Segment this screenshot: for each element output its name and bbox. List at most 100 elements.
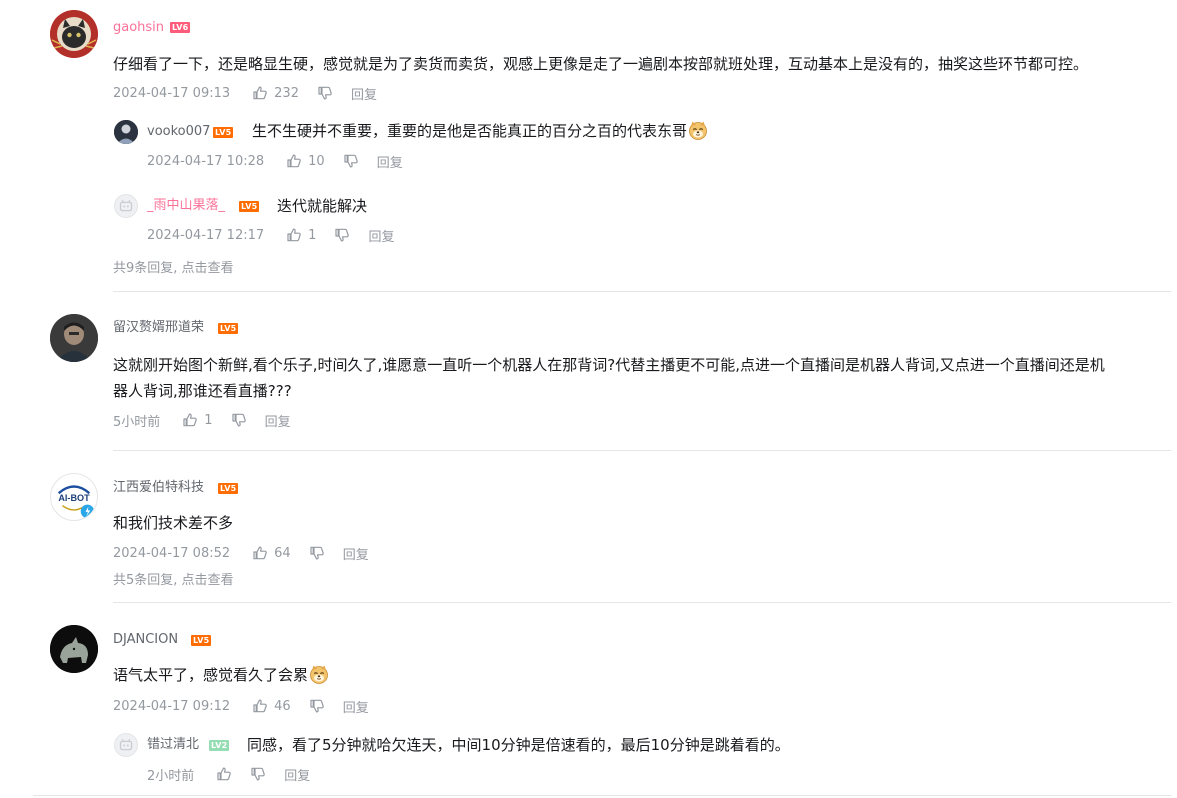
reply-button[interactable]: 回复 xyxy=(284,765,310,784)
thumbs-up-icon xyxy=(286,153,302,169)
dislike-button[interactable] xyxy=(343,153,359,169)
thumbs-down-icon xyxy=(343,153,359,169)
comment-meta: 2024-04-17 09:13 232 回复 xyxy=(113,84,377,103)
like-button[interactable]: 1 xyxy=(182,412,213,428)
thumbs-up-icon xyxy=(252,545,268,561)
like-count: 64 xyxy=(274,545,291,561)
dislike-button[interactable] xyxy=(317,85,333,101)
default-avatar-icon xyxy=(119,199,133,212)
like-button[interactable]: 1 xyxy=(286,227,316,243)
like-button[interactable]: 232 xyxy=(252,85,299,101)
dislike-button[interactable] xyxy=(250,766,266,782)
reply-button[interactable]: 回复 xyxy=(377,152,403,171)
comment-item: gaohsin LV6 仔细看了一下，还是略显生硬，感觉就是为了卖货而卖货，观感… xyxy=(0,0,1177,292)
username[interactable]: _雨中山果落_ xyxy=(147,197,225,215)
comment-text: 和我们技术差不多 xyxy=(113,514,234,532)
dislike-button[interactable] xyxy=(231,412,247,428)
comment-meta: 2024-04-17 09:12 46 回复 xyxy=(113,697,369,716)
reply-button[interactable]: 回复 xyxy=(343,544,369,563)
avatar[interactable] xyxy=(50,10,98,58)
like-count: 1 xyxy=(308,227,317,243)
thumbs-down-icon xyxy=(250,766,266,782)
comment-time: 2024-04-17 08:52 xyxy=(113,545,231,561)
comment-text-body: 语气太平了，感觉看久了会累 xyxy=(113,666,309,684)
level-badge: LV5 xyxy=(213,127,234,138)
comment-item: 留汉赘婿邢道荣 LV5 这就刚开始图个新鲜,看个乐子,时间久了,谁愿意一直听一个… xyxy=(0,292,1177,450)
reply-text: 同感，看了5分钟就哈欠连天，中间10分钟是倍速看的，最后10分钟是跳着看的。 xyxy=(247,736,790,754)
username[interactable]: 江西爱伯特科技 xyxy=(113,479,204,497)
view-more-link[interactable]: 点击查看 xyxy=(177,573,234,588)
like-button[interactable]: 64 xyxy=(252,545,291,561)
reply-time: 2024-04-17 12:17 xyxy=(147,227,265,243)
comment-text: 语气太平了，感觉看久了会累 xyxy=(113,662,329,688)
like-button[interactable]: 10 xyxy=(286,153,325,169)
username[interactable]: vooko007 xyxy=(147,123,210,141)
comment-meta: 2024-04-17 08:52 64 回复 xyxy=(113,544,369,563)
thumbs-up-icon xyxy=(216,766,232,782)
level-badge: LV6 xyxy=(170,22,191,33)
reply-text-body: 生不生硬并不重要，重要的是他是否能真正的百分之百的代表东哥 xyxy=(252,122,688,140)
avatar[interactable]: AI-BOT xyxy=(50,473,98,521)
thumbs-down-icon xyxy=(309,698,325,714)
username[interactable]: gaohsin xyxy=(113,19,164,37)
comment-text: 仔细看了一下，还是略显生硬，感觉就是为了卖货而卖货，观感上更像是走了一遍剧本按部… xyxy=(113,55,1089,73)
reply-time: 2024-04-17 10:28 xyxy=(147,153,265,169)
comment-meta: 5小时前 1 回复 xyxy=(113,411,291,430)
reply-meta: 2024-04-17 12:17 1 回复 xyxy=(147,226,394,245)
comment-text: 这就刚开始图个新鲜,看个乐子,时间久了,谁愿意一直听一个机器人在那背词?代替主播… xyxy=(113,352,1105,404)
thumbs-up-icon xyxy=(182,412,198,428)
comment-item: DJANCION LV5 语气太平了，感觉看久了会累 2024-04-17 09… xyxy=(0,603,1177,793)
username[interactable]: 错过清北 xyxy=(147,736,199,754)
avatar[interactable] xyxy=(50,314,98,362)
comment-time: 2024-04-17 09:13 xyxy=(113,85,231,101)
comment-time: 2024-04-17 09:12 xyxy=(113,698,231,714)
comment-time: 5小时前 xyxy=(113,414,161,430)
like-button[interactable]: 46 xyxy=(252,698,291,714)
doge-emoji-icon xyxy=(688,120,708,140)
dislike-button[interactable] xyxy=(334,227,350,243)
username[interactable]: DJANCION xyxy=(113,631,178,649)
thumbs-down-icon xyxy=(231,412,247,428)
ai-bot-logo-text: AI-BOT xyxy=(58,493,90,503)
reply-button[interactable]: 回复 xyxy=(343,697,369,716)
reply-button[interactable]: 回复 xyxy=(351,84,377,103)
divider xyxy=(33,795,1171,796)
view-more-link[interactable]: 点击查看 xyxy=(177,261,234,276)
default-avatar-icon xyxy=(119,738,133,751)
reply-text: 生不生硬并不重要，重要的是他是否能真正的百分之百的代表东哥 xyxy=(252,120,708,142)
rhino-avatar-icon xyxy=(50,625,98,673)
dislike-button[interactable] xyxy=(309,545,325,561)
person-avatar-icon xyxy=(114,120,138,144)
cat-avatar-icon xyxy=(50,10,98,58)
like-count: 46 xyxy=(274,698,291,714)
view-more-replies[interactable]: 共5条回复, 点击查看 xyxy=(113,569,234,588)
person-avatar-icon xyxy=(50,314,98,362)
level-badge: LV5 xyxy=(218,323,239,334)
dislike-button[interactable] xyxy=(309,698,325,714)
comment-text-line: 器人背词,那谁还看直播??? xyxy=(113,382,292,400)
like-count: 1 xyxy=(204,412,213,428)
doge-emoji-icon xyxy=(309,664,329,684)
avatar[interactable] xyxy=(114,120,138,144)
avatar[interactable] xyxy=(114,194,138,218)
reply-time: 2小时前 xyxy=(147,768,195,784)
comment-text-line: 这就刚开始图个新鲜,看个乐子,时间久了,谁愿意一直听一个机器人在那背词?代替主播… xyxy=(113,356,1105,374)
thumbs-down-icon xyxy=(334,227,350,243)
reply-button[interactable]: 回复 xyxy=(368,226,394,245)
thumbs-up-icon xyxy=(252,698,268,714)
reply-meta: 2小时前 回复 xyxy=(147,765,310,784)
like-button[interactable] xyxy=(216,766,232,782)
avatar[interactable] xyxy=(50,625,98,673)
reply-text: 迭代就能解决 xyxy=(277,197,368,215)
username[interactable]: 留汉赘婿邢道荣 xyxy=(113,319,204,337)
thumbs-down-icon xyxy=(309,545,325,561)
ai-bot-logo-icon: AI-BOT xyxy=(57,485,95,519)
reply-button[interactable]: 回复 xyxy=(265,411,291,430)
thumbs-down-icon xyxy=(317,85,333,101)
reply-count: 共5条回复, xyxy=(113,573,178,588)
avatar[interactable] xyxy=(114,733,138,757)
like-count: 10 xyxy=(308,153,325,169)
level-badge: LV2 xyxy=(209,740,230,751)
view-more-replies[interactable]: 共9条回复, 点击查看 xyxy=(113,257,234,276)
reply-meta: 2024-04-17 10:28 10 回复 xyxy=(147,152,403,171)
